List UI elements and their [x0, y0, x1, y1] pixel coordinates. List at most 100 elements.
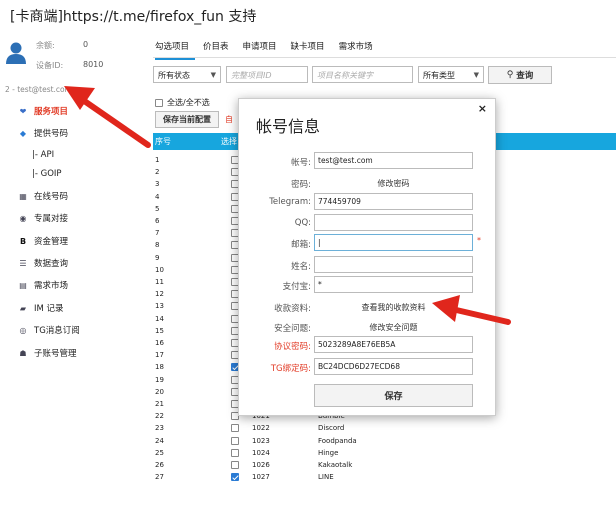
field-label: 姓名:: [291, 262, 311, 272]
balance-label: 余额:: [36, 41, 55, 50]
row-seq: 16: [155, 339, 164, 347]
sidebar-item-services[interactable]: ❤ 服务项目: [18, 105, 68, 118]
account-link[interactable]: 2 - test@test.com: [5, 85, 72, 94]
sidebar-item-api[interactable]: |- API: [32, 150, 54, 160]
heart-icon: ❤: [19, 106, 27, 116]
diamond-icon: ◆: [19, 128, 27, 138]
table-row: 26 1026 Kakaotalk: [153, 460, 616, 472]
row-seq: 21: [155, 400, 164, 408]
close-icon[interactable]: ×: [478, 102, 487, 115]
sidebar-item-subaccounts[interactable]: ☗ 子账号管理: [18, 347, 76, 360]
row-seq: 23: [155, 424, 164, 433]
required-mark: *: [477, 236, 481, 245]
row-seq: 3: [155, 180, 160, 189]
form-row: 帐号: test@test.com: [239, 152, 497, 170]
keyword-input[interactable]: 项目名称关键字: [312, 66, 413, 83]
device-value: 8010: [83, 60, 104, 69]
tab-divider: [153, 57, 616, 58]
row-seq: 11: [155, 278, 164, 286]
sidebar: 余额: 0 设备ID: 8010 2 - test@test.com ❤ 服务项…: [0, 30, 145, 512]
row-checkbox[interactable]: [231, 436, 239, 445]
list-icon: ☰: [19, 258, 27, 268]
sidebar-item-funds[interactable]: B 资金管理: [18, 235, 68, 248]
row-seq: 15: [155, 326, 164, 335]
field-input[interactable]: |: [314, 234, 473, 251]
row-seq: 18: [155, 363, 164, 372]
row-seq: 1: [155, 156, 160, 164]
book-icon: ▤: [19, 280, 27, 290]
field-input[interactable]: 5023289A8E76EB5A: [314, 336, 473, 353]
row-id: 1022: [252, 424, 270, 433]
row-seq: 25: [155, 448, 164, 457]
status-select[interactable]: 所有状态 ▼: [153, 66, 221, 83]
notice-text: 自: [225, 115, 233, 124]
type-select[interactable]: 所有类型 ▼: [418, 66, 484, 83]
form-row: QQ:: [239, 214, 497, 232]
header-select: 选择: [221, 137, 237, 146]
field-link[interactable]: 修改安全问题: [314, 322, 473, 333]
field-label: 安全问题:: [274, 324, 311, 334]
row-checkbox[interactable]: [231, 448, 239, 457]
row-checkbox[interactable]: [231, 461, 239, 469]
sidebar-item-tg-subscribe[interactable]: ◎ TG消息订阅: [18, 324, 80, 337]
field-input[interactable]: [314, 256, 473, 273]
form-row: 协议密码: 5023289A8E76EB5A: [239, 336, 497, 354]
sidebar-item-goip[interactable]: |- GOIP: [32, 169, 62, 179]
form-row: 密码: 修改密码: [239, 174, 497, 192]
field-label: 支付宝:: [282, 282, 311, 292]
table-icon: ▦: [19, 191, 27, 201]
sidebar-item-online-numbers[interactable]: ▦ 在线号码: [18, 190, 68, 203]
sidebar-item-dedicated[interactable]: ◉ 专属对接: [18, 212, 69, 225]
chevron-down-icon: ▼: [473, 71, 479, 79]
form-row: 支付宝: *: [239, 276, 497, 294]
row-seq: 14: [155, 314, 164, 323]
row-checkbox[interactable]: [231, 473, 239, 482]
field-input[interactable]: 774459709: [314, 193, 473, 210]
row-seq: 2: [155, 168, 160, 177]
field-label: 协议密码:: [274, 342, 311, 352]
query-button[interactable]: ⚲ 查询: [488, 66, 552, 84]
field-input[interactable]: *: [314, 276, 473, 293]
row-seq: 6: [155, 217, 160, 225]
field-link[interactable]: 查看我的收款资料: [314, 302, 473, 313]
users-icon: ☗: [19, 348, 27, 358]
balance-value: 0: [83, 40, 89, 49]
row-seq: 19: [155, 375, 164, 384]
row-seq: 4: [155, 192, 160, 201]
row-name: Discord: [318, 424, 345, 433]
row-seq: 27: [155, 473, 164, 482]
save-config-button[interactable]: 保存当前配置: [155, 111, 219, 128]
field-input[interactable]: [314, 214, 473, 231]
select-all[interactable]: 全选/全不选: [155, 97, 210, 108]
field-label: 帐号:: [291, 158, 311, 168]
row-checkbox[interactable]: [231, 424, 239, 433]
field-input[interactable]: test@test.com: [314, 152, 473, 169]
row-seq: 5: [155, 204, 160, 213]
row-name: Kakaotalk: [318, 461, 353, 469]
sidebar-item-provide-numbers[interactable]: ◆ 提供号码: [18, 127, 68, 140]
form-row: 收款资料: 查看我的收款资料: [239, 298, 497, 316]
project-id-input[interactable]: 完整项目ID: [226, 66, 308, 83]
field-link[interactable]: 修改密码: [314, 178, 473, 189]
dial-icon: ◉: [19, 213, 27, 223]
field-label: QQ:: [294, 218, 311, 228]
row-seq: 22: [155, 412, 164, 421]
field-input[interactable]: BC24DCD6D27ECD68: [314, 358, 473, 375]
select-all-checkbox[interactable]: [155, 98, 163, 107]
row-id: 1024: [252, 448, 270, 457]
row-name: LINE: [318, 473, 334, 482]
telegram-icon: ◎: [19, 325, 27, 335]
sidebar-item-data-query[interactable]: ☰ 数据查询: [18, 257, 68, 270]
row-seq: 7: [155, 229, 160, 238]
avatar-icon: [6, 42, 26, 64]
sidebar-item-demand-market[interactable]: ▤ 需求市场: [18, 279, 68, 292]
row-seq: 26: [155, 461, 164, 469]
form-row: 姓名:: [239, 256, 497, 274]
account-info-dialog: × 帐号信息 帐号: test@test.com 密码: 修改密码 Telegram: 7…: [238, 98, 496, 416]
row-seq: 24: [155, 436, 164, 445]
window-title: [卡商端]https://t.me/firefox_fun 支持: [10, 9, 257, 25]
save-button[interactable]: 保存: [314, 384, 473, 407]
field-label: 收款资料:: [274, 304, 311, 314]
row-id: 1026: [252, 461, 270, 469]
sidebar-item-im-records[interactable]: ▰ IM 记录: [18, 302, 64, 315]
